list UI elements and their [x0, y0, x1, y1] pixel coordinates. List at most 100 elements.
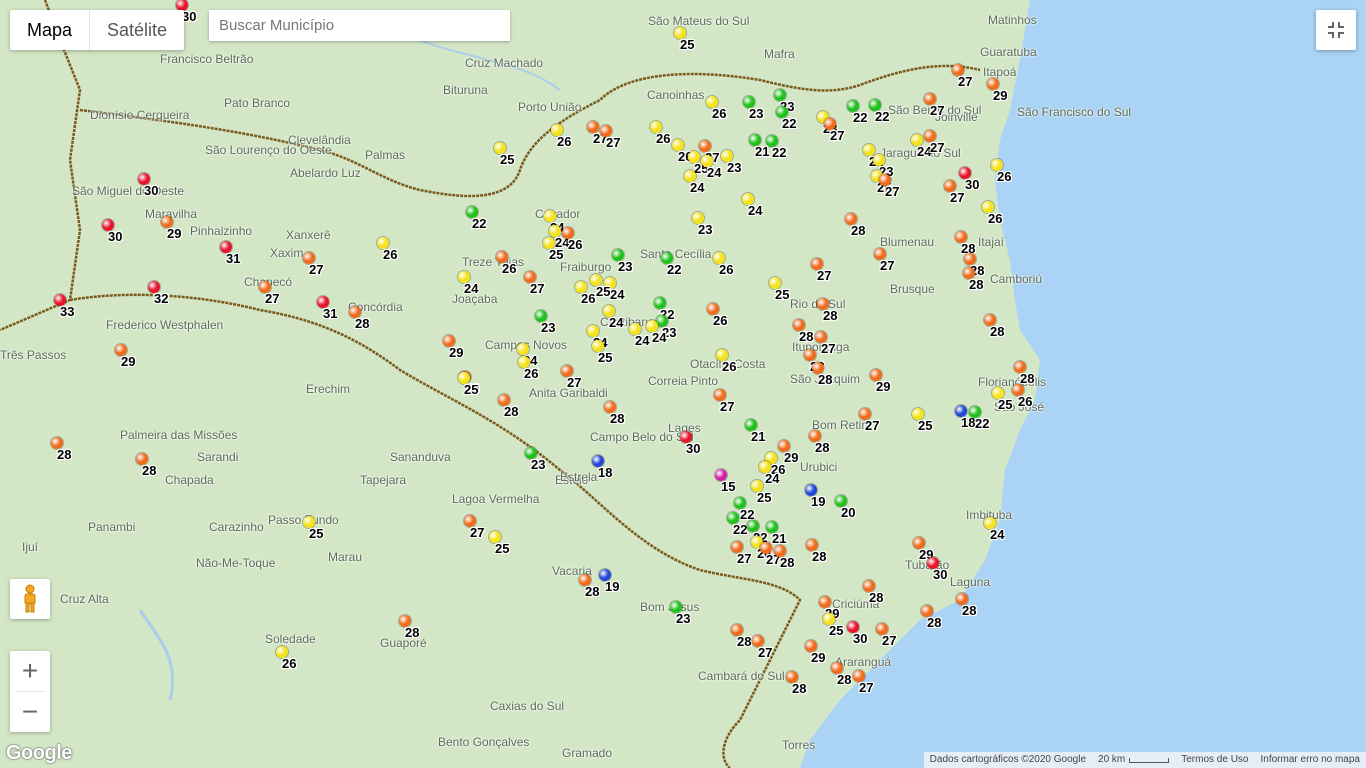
state-border [79, 64, 981, 198]
city-label: Sarandi [197, 450, 239, 464]
city-label: Lagoa Vermelha [452, 492, 540, 506]
temperature-value: 24 [690, 180, 705, 195]
city-label: Correia Pinto [648, 374, 719, 388]
temperature-value: 27 [265, 291, 280, 306]
city-label: Caxias do Sul [490, 699, 565, 713]
city-label: Chapada [165, 473, 214, 487]
temperature-value: 24 [707, 165, 722, 180]
temperature-value: 28 [969, 277, 984, 292]
temperature-value: 22 [975, 416, 990, 431]
city-label: Abelardo Luz [290, 166, 361, 180]
temperature-value: 22 [853, 110, 868, 125]
temperature-value: 26 [568, 237, 583, 252]
temperature-value: 26 [502, 261, 517, 276]
temperature-value: 26 [719, 262, 734, 277]
temperature-value: 28 [837, 672, 852, 687]
temperature-value: 27 [530, 281, 545, 296]
temperature-value: 22 [772, 145, 787, 160]
map-type-map-button[interactable]: Mapa [10, 10, 91, 50]
city-label: Frederico Westphalen [106, 318, 224, 332]
temperature-value: 28 [142, 463, 157, 478]
zoom-in-button[interactable]: + [10, 651, 50, 691]
city-label: São Mateus do Sul [648, 14, 750, 28]
temperature-value: 25 [598, 350, 613, 365]
temperature-value: 28 [780, 555, 795, 570]
city-label: Porto União [518, 100, 582, 114]
temperature-value: 25 [918, 418, 933, 433]
temperature-value: 27 [606, 135, 621, 150]
temperature-value: 28 [355, 316, 370, 331]
temperature-value: 28 [799, 329, 814, 344]
city-label: São Miguel do Oeste [72, 184, 185, 198]
street-view-button[interactable] [10, 579, 50, 619]
city-label: Bom Retiro [812, 418, 873, 432]
temperature-value: 25 [500, 152, 515, 167]
zoom-control: + − [10, 651, 50, 732]
temperature-value: 24 [652, 330, 667, 345]
city-label: Dionísio Cerqueira [90, 108, 190, 122]
temperature-value: 25 [596, 284, 611, 299]
temperature-value: 27 [470, 525, 485, 540]
temperature-value: 21 [755, 144, 770, 159]
city-label: Brusque [890, 282, 935, 296]
temperature-value: 23 [727, 160, 742, 175]
temperature-value: 22 [667, 262, 682, 277]
scale-label: 20 km [1098, 754, 1126, 765]
temperature-value: 23 [541, 320, 556, 335]
map-type-control: Mapa Satélite [10, 10, 185, 50]
temperature-value: 28 [792, 681, 807, 696]
map-type-satellite-button[interactable]: Satélite [90, 10, 184, 50]
city-label: Caçador [535, 207, 581, 221]
temperature-value: 23 [698, 222, 713, 237]
municipality-search-input[interactable] [209, 10, 510, 41]
city-label: Matinhos [988, 13, 1037, 27]
temperature-value: 26 [581, 291, 596, 306]
scale-bar[interactable]: 20 km [1092, 752, 1176, 768]
temperature-value: 22 [875, 109, 890, 124]
temperature-value: 25 [757, 490, 772, 505]
city-label: Fraiburgo [560, 260, 612, 274]
river [138, 609, 175, 701]
exit-fullscreen-button[interactable] [1316, 10, 1356, 50]
city-label: São Francisco do Sul [1017, 105, 1132, 119]
temperature-value: 19 [605, 579, 620, 594]
temperature-value: 26 [524, 366, 539, 381]
city-label: Sananduva [390, 450, 451, 464]
city-label: Estrela [560, 470, 598, 484]
city-label: Pinhalzinho [190, 224, 253, 238]
city-label: Três Passos [0, 348, 67, 362]
map-canvas[interactable]: São Mateus do Sul Cruz Machado Bituruna Por… [0, 0, 1366, 768]
zoom-out-button[interactable]: − [10, 692, 50, 732]
temperature-value: 29 [449, 345, 464, 360]
city-label: Xaxim [270, 246, 304, 260]
temperature-value: 30 [686, 441, 701, 456]
temperature-value: 26 [282, 656, 297, 671]
terms-link[interactable]: Termos de Uso [1175, 752, 1255, 768]
city-label: Palmas [365, 148, 406, 162]
temperature-value: 27 [758, 645, 773, 660]
temperature-value: 29 [876, 379, 891, 394]
temperature-value: 27 [885, 184, 900, 199]
temperature-value: 26 [722, 359, 737, 374]
temperature-value: 18 [598, 465, 613, 480]
temperature-value: 28 [405, 625, 420, 640]
temperature-value: 29 [784, 450, 799, 465]
temperature-value: 24 [748, 203, 763, 218]
city-label: Cambará do Sul [698, 669, 785, 683]
city-label: Mafra [764, 47, 795, 61]
report-error-link[interactable]: Informar erro no mapa [1254, 752, 1366, 768]
city-label: Araranguá [835, 655, 892, 669]
city-label: Laguna [950, 575, 991, 589]
temperature-value: 26 [713, 313, 728, 328]
temperature-value: 29 [167, 226, 182, 241]
temperature-value: 30 [965, 177, 980, 192]
city-label: Gramado [562, 746, 613, 760]
city-label: Santa Cecília [640, 247, 712, 261]
city-label: Cruz Alta [60, 592, 109, 606]
city-label: Xanxerê [286, 228, 331, 242]
temperature-value: 31 [226, 251, 241, 266]
temperature-value: 22 [782, 116, 797, 131]
scale-ruler [1129, 757, 1170, 763]
temperature-value: 27 [309, 262, 324, 277]
temperature-value: 28 [851, 223, 866, 238]
